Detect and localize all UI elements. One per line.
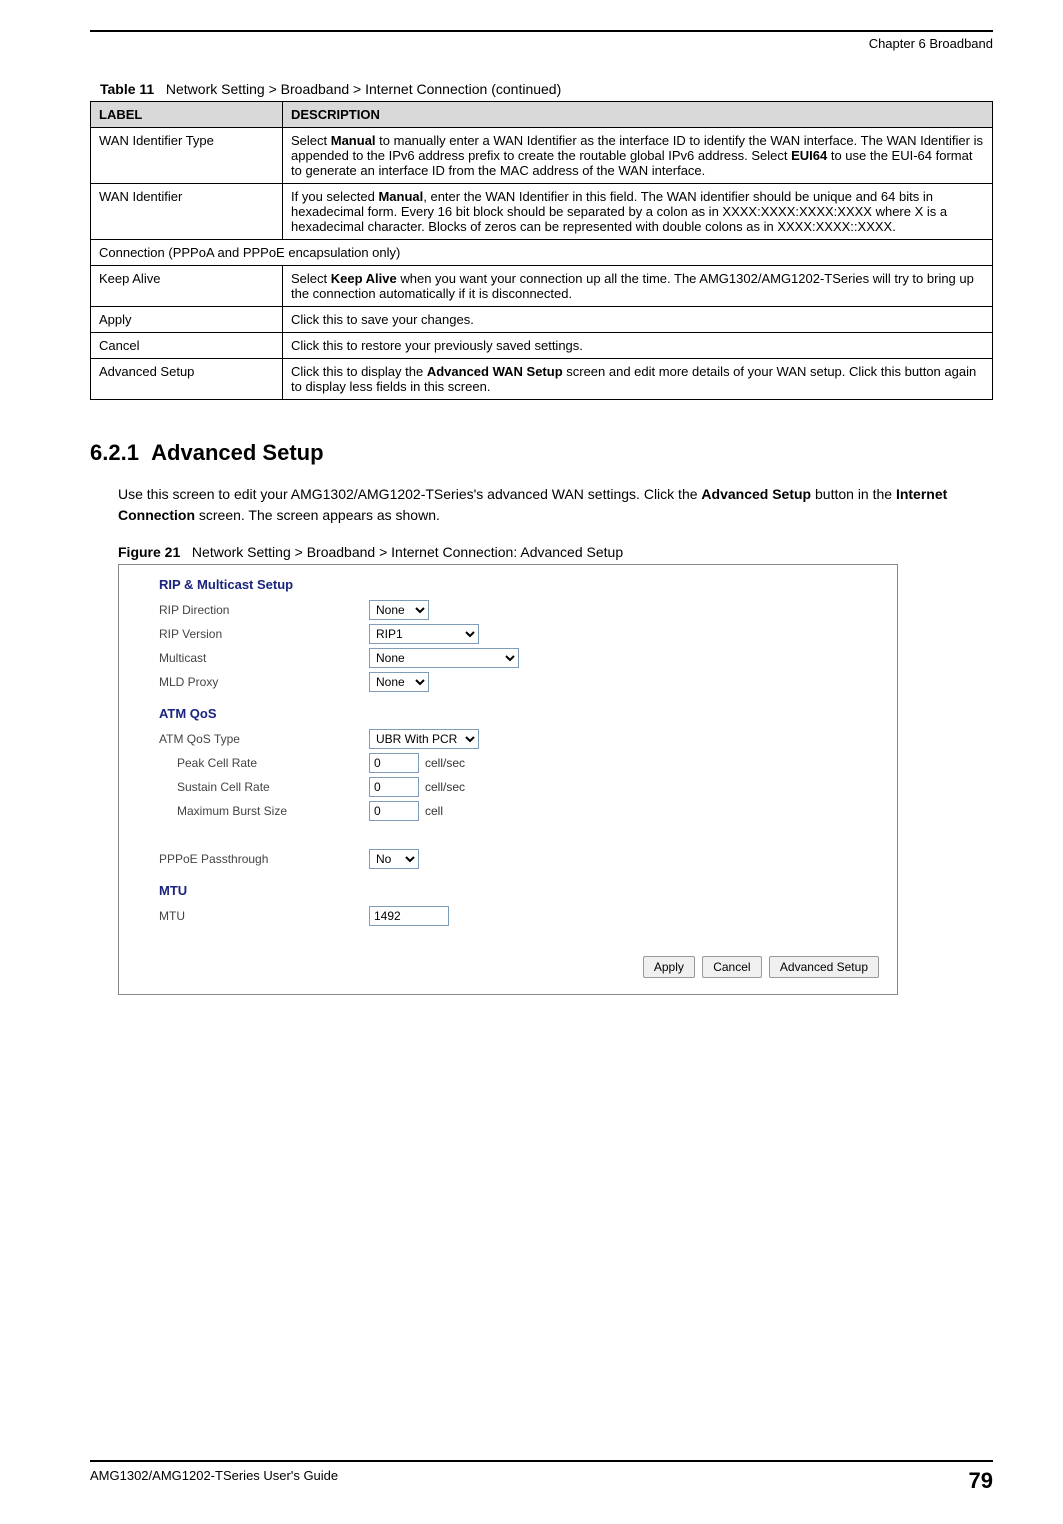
mtu-input[interactable] <box>369 906 449 926</box>
text: Use this screen to edit your AMG1302/AMG… <box>118 486 701 502</box>
table-row: WAN Identifier If you selected Manual, e… <box>91 184 993 240</box>
table-section-row: Connection (PPPoA and PPPoE encapsulatio… <box>91 240 993 266</box>
row-label: Advanced Setup <box>91 359 283 400</box>
field-sustain-cell-rate: Sustain Cell Rate cell/sec <box>159 777 879 797</box>
bold: Keep Alive <box>331 271 397 286</box>
label: RIP Direction <box>159 603 369 617</box>
peak-cell-rate-input[interactable] <box>369 753 419 773</box>
rip-direction-select[interactable]: None <box>369 600 429 620</box>
figure-number: Figure 21 <box>118 544 180 560</box>
section-label: Connection (PPPoA and PPPoE encapsulatio… <box>91 240 993 266</box>
label: MLD Proxy <box>159 675 369 689</box>
group-atm-qos: ATM QoS <box>159 706 879 721</box>
rip-version-select[interactable]: RIP1 <box>369 624 479 644</box>
text: If you selected <box>291 189 378 204</box>
row-desc: Select Keep Alive when you want your con… <box>283 266 993 307</box>
multicast-select[interactable]: None <box>369 648 519 668</box>
mld-proxy-select[interactable]: None <box>369 672 429 692</box>
label: Multicast <box>159 651 369 665</box>
cancel-button[interactable]: Cancel <box>702 956 761 978</box>
field-multicast: Multicast None <box>159 648 879 668</box>
row-desc: Click this to save your changes. <box>283 307 993 333</box>
table-row: Keep Alive Select Keep Alive when you wa… <box>91 266 993 307</box>
field-rip-version: RIP Version RIP1 <box>159 624 879 644</box>
footer-rule <box>90 1460 993 1462</box>
row-desc: Click this to restore your previously sa… <box>283 333 993 359</box>
sustain-cell-rate-input[interactable] <box>369 777 419 797</box>
unit: cell/sec <box>425 756 465 770</box>
field-max-burst-size: Maximum Burst Size cell <box>159 801 879 821</box>
section-title: Advanced Setup <box>151 440 323 465</box>
settings-table: LABEL DESCRIPTION WAN Identifier Type Se… <box>90 101 993 400</box>
bold: Manual <box>378 189 423 204</box>
table-row: WAN Identifier Type Select Manual to man… <box>91 128 993 184</box>
page-footer: AMG1302/AMG1202-TSeries User's Guide 79 <box>90 1460 993 1494</box>
advanced-setup-button[interactable]: Advanced Setup <box>769 956 879 978</box>
table-row: Advanced Setup Click this to display the… <box>91 359 993 400</box>
footer-guide: AMG1302/AMG1202-TSeries User's Guide <box>90 1468 338 1494</box>
text: Click this to display the <box>291 364 427 379</box>
field-mld-proxy: MLD Proxy None <box>159 672 879 692</box>
row-label: Apply <box>91 307 283 333</box>
apply-button[interactable]: Apply <box>643 956 695 978</box>
group-mtu: MTU <box>159 883 879 898</box>
figure-caption: Figure 21 Network Setting > Broadband > … <box>118 544 993 560</box>
field-mtu: MTU <box>159 906 879 926</box>
label: Sustain Cell Rate <box>177 780 369 794</box>
button-row: Apply Cancel Advanced Setup <box>159 956 879 978</box>
field-atm-qos-type: ATM QoS Type UBR With PCR <box>159 729 879 749</box>
table-title: Network Setting > Broadband > Internet C… <box>166 81 561 97</box>
chapter-header: Chapter 6 Broadband <box>90 36 993 51</box>
unit: cell/sec <box>425 780 465 794</box>
pppoe-passthrough-select[interactable]: No <box>369 849 419 869</box>
section-heading: 6.2.1 Advanced Setup <box>90 440 993 466</box>
page-number: 79 <box>969 1468 993 1494</box>
table-row: Cancel Click this to restore your previo… <box>91 333 993 359</box>
row-label: WAN Identifier <box>91 184 283 240</box>
field-rip-direction: RIP Direction None <box>159 600 879 620</box>
max-burst-size-input[interactable] <box>369 801 419 821</box>
figure-screenshot: RIP & Multicast Setup RIP Direction None… <box>118 564 898 995</box>
row-label: WAN Identifier Type <box>91 128 283 184</box>
bold: Manual <box>331 133 376 148</box>
label: PPPoE Passthrough <box>159 852 369 866</box>
label: Peak Cell Rate <box>177 756 369 770</box>
table-caption: Table 11 Network Setting > Broadband > I… <box>90 81 993 97</box>
label: MTU <box>159 909 369 923</box>
text: screen. The screen appears as shown. <box>195 507 440 523</box>
label: RIP Version <box>159 627 369 641</box>
row-label: Keep Alive <box>91 266 283 307</box>
text: Select <box>291 133 331 148</box>
row-desc: If you selected Manual, enter the WAN Id… <box>283 184 993 240</box>
th-description: DESCRIPTION <box>283 102 993 128</box>
unit: cell <box>425 804 443 818</box>
bold: EUI64 <box>791 148 827 163</box>
bold: Advanced Setup <box>701 486 811 502</box>
section-paragraph: Use this screen to edit your AMG1302/AMG… <box>118 484 993 526</box>
label: Maximum Burst Size <box>177 804 369 818</box>
row-desc: Select Manual to manually enter a WAN Id… <box>283 128 993 184</box>
section-number: 6.2.1 <box>90 440 139 465</box>
atm-qos-type-select[interactable]: UBR With PCR <box>369 729 479 749</box>
field-pppoe-passthrough: PPPoE Passthrough No <box>159 849 879 869</box>
top-rule <box>90 30 993 32</box>
group-rip-multicast: RIP & Multicast Setup <box>159 577 879 592</box>
text: button in the <box>811 486 896 502</box>
label: ATM QoS Type <box>159 732 369 746</box>
table-row: Apply Click this to save your changes. <box>91 307 993 333</box>
figure-title: Network Setting > Broadband > Internet C… <box>192 544 623 560</box>
bold: Advanced WAN Setup <box>427 364 563 379</box>
th-label: LABEL <box>91 102 283 128</box>
field-peak-cell-rate: Peak Cell Rate cell/sec <box>159 753 879 773</box>
row-desc: Click this to display the Advanced WAN S… <box>283 359 993 400</box>
table-number: Table 11 <box>100 81 154 97</box>
row-label: Cancel <box>91 333 283 359</box>
text: Select <box>291 271 331 286</box>
